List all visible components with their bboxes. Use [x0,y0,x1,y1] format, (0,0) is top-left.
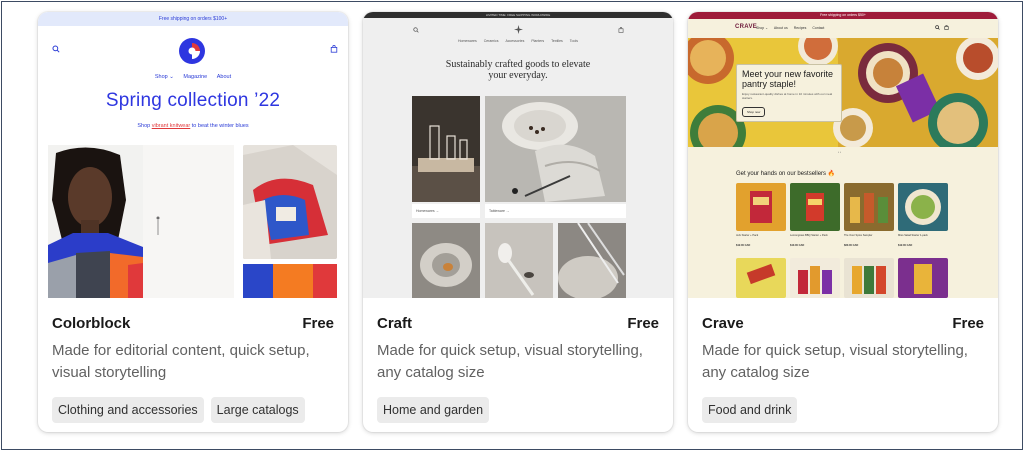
theme-info: Craft Free Made for quick setup, visual … [363,298,673,432]
sub-prefix: Shop [137,123,152,129]
headline-line-2: your everyday. [488,70,548,81]
tag-large-catalogs: Large catalogs [210,397,305,423]
bestsellers-heading: Get your hands on our bestsellers 🔥 [736,171,836,177]
announcement-bar: Free shipping on orders $50+ [688,12,998,19]
nav-item-magazine: Magazine [183,74,208,80]
nav-item-tools: Tools [569,39,578,43]
collection-label-tableware: Tableware → [485,204,626,218]
theme-preview-crave[interactable]: Free shipping on orders $50+ CRAVE Shop … [688,12,998,298]
hero-food-photo [688,38,998,147]
nav-item-textiles: Textiles [551,39,563,43]
colorblock-logo-icon [179,38,205,64]
preview-subheadline: Shop vibrant knitwear to beat the winter… [38,123,348,129]
product-price: $60.00 CAD [844,244,859,247]
theme-preview-colorblock[interactable]: Free shipping on orders $100+ Shop ⌄ Mag… [38,12,348,298]
theme-card-craft[interactable]: LIMITED TIME: FREE SHIPPING WORLDWIDE Ho… [363,12,673,432]
theme-description: Made for editorial content, quick setup,… [52,342,310,381]
product-name: Lemongrass BBQ Starter + Pack [790,234,828,237]
nav-item-about: About [216,74,232,80]
product-name: Jerk Starter + Pack [736,234,759,237]
slider-dots[interactable]: • • [838,150,841,154]
theme-card-crave[interactable]: Free shipping on orders $50+ CRAVE Shop … [688,12,998,432]
tag-home-and-garden: Home and garden [377,397,490,423]
theme-price: Free [627,315,659,332]
product-image [898,258,948,298]
tableware-photo [485,96,626,202]
nav-item-ceramics: Ceramics [483,39,499,43]
cart-icon [330,45,338,53]
sub-link: vibrant knitwear [151,123,191,129]
product-image [844,258,894,298]
nav-item-about-us: About us [773,26,788,30]
tag-food-and-drink: Food and drink [702,397,798,423]
nav-item-recipes: Recipes [793,26,807,30]
sub-suffix: to beat the winter blues [190,123,249,129]
hero-subtitle: Enjoy restaurant-quality dishes at home … [742,92,833,100]
nav-item-shop: Shop ⌄ [154,74,174,80]
theme-description: Made for quick setup, visual storytellin… [377,342,643,381]
announcement-bar: Free shipping on orders $100+ [38,12,348,26]
glassware-photo [412,96,480,202]
product-price: $12.00 CAD [898,244,913,247]
collection-label-homewares: Homewares → [412,204,480,218]
theme-description: Made for quick setup, visual storytellin… [702,342,968,381]
search-icon [413,27,419,33]
product-name: The Over Spice Sampler [844,234,873,237]
preview-nav: Shop ⌄ Magazine About [38,74,348,80]
announcement-bar: LIMITED TIME: FREE SHIPPING WORLDWIDE [363,12,673,18]
theme-name[interactable]: Crave [702,315,744,332]
preview-headline: Sustainably crafted goods to elevate you… [363,59,673,81]
theme-card-colorblock[interactable]: Free shipping on orders $100+ Shop ⌄ Mag… [38,12,348,432]
model-photo [48,145,234,298]
craft-logo-icon [514,25,523,34]
preview-nav: Homewares Ceramics Accessories Planters … [363,39,673,43]
theme-preview-craft[interactable]: LIMITED TIME: FREE SHIPPING WORLDWIDE Ho… [363,12,673,298]
product-image [898,183,948,231]
search-icon [52,45,60,53]
hero-promo-card: Meet your new favorite pantry staple! En… [736,64,842,122]
search-icon [935,25,940,30]
nav-item-contact: Contact [812,26,825,30]
product-image [790,258,840,298]
preview-headline: Spring collection ’22 [105,90,281,111]
preview-nav: Shop ⌄ About us Recipes Contact [756,26,829,30]
theme-price: Free [302,315,334,332]
cart-icon [618,27,624,33]
nav-item-accessories: Accessories [505,39,525,43]
nav-item-shop: Shop ⌄ [756,26,769,30]
headline-line-1: Sustainably crafted goods to elevate [445,59,591,70]
knitwear-photo [243,145,337,259]
product-image [736,258,786,298]
theme-price: Free [952,315,984,332]
product-image [844,183,894,231]
shop-now-button[interactable]: Shop now [742,107,766,117]
product-image [736,183,786,231]
bowl-photo [412,223,480,298]
theme-name[interactable]: Craft [377,315,412,332]
product-price: $12.00 CAD [736,244,751,247]
nav-item-homewares: Homewares [458,39,477,43]
hero-title: Meet your new favorite pantry staple! [742,69,834,89]
tag-clothing-and-accessories: Clothing and accessories [52,397,204,423]
nav-item-planters: Planters [531,39,545,43]
colorblock-sweater-photo [243,264,337,298]
product-image [790,183,840,231]
theme-name[interactable]: Colorblock [52,315,130,332]
utensils-photo [558,223,626,298]
theme-info: Colorblock Free Made for editorial conte… [38,298,348,432]
theme-info: Crave Free Made for quick setup, visual … [688,298,998,432]
crave-logo: CRAVE [735,24,758,30]
product-price: $10.00 CAD [790,244,805,247]
spoon-photo [485,223,553,298]
product-name: Miso Salad Starter 1-pack [898,234,928,237]
cart-icon [944,25,949,30]
